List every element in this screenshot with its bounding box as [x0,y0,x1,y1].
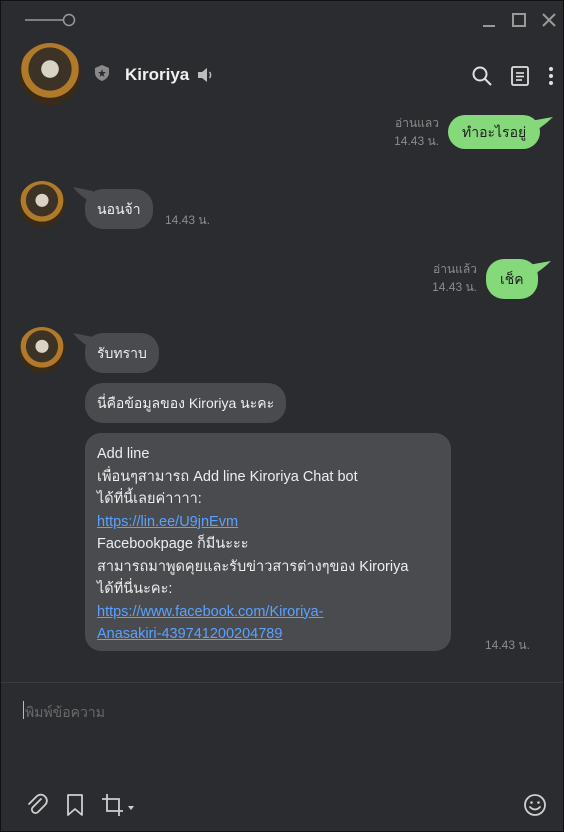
close-icon[interactable] [539,10,559,30]
title-bar [1,1,563,39]
bookmark-icon[interactable] [63,793,87,817]
line-link[interactable]: https://lin.ee/U9jnEvm [97,511,439,534]
chat-window: Kiroriya อ่านแลว 14.43 น. ทำอะไรอยู่ นอน… [0,0,564,832]
emoji-icon[interactable] [523,793,547,817]
message-list: อ่านแลว 14.43 น. ทำอะไรอยู่ นอนจ้า 14.43… [1,111,563,681]
chat-header: Kiroriya [1,39,563,111]
message-input[interactable] [23,699,527,725]
read-receipt: อ่านแลว [395,116,439,130]
opacity-slider[interactable] [25,13,77,27]
composer [1,683,563,831]
read-receipt: อ่านแล้ว [433,262,477,276]
message-line: เพื่อนๆสามารถ Add line Kiroriya Chat bot [97,468,358,485]
message-time: 14.43 น. [485,638,530,652]
message-line: Add line [97,446,150,462]
message-bubble-incoming[interactable]: Add line เพื่อนๆสามารถ Add line Kiroriya… [85,433,451,651]
search-icon[interactable] [471,65,493,87]
message-time: 14.43 น. [394,134,439,148]
bubble-tail [531,117,553,131]
message-line: สามารถมาพูดคุยและรับข่าวสารต่างๆของ Kiro… [97,558,409,575]
avatar[interactable] [19,327,65,373]
shield-icon [95,65,109,81]
message-line: ได้ที่นี่นะคะ: [97,581,173,597]
message-time: 14.43 น. [432,280,477,294]
minimize-icon[interactable] [479,10,499,30]
text-caret [23,701,24,719]
message-bubble-incoming[interactable]: นอนจ้า [85,189,153,229]
chat-name[interactable]: Kiroriya [125,65,189,85]
maximize-icon[interactable] [509,10,529,30]
avatar[interactable] [19,181,65,227]
message-bubble-incoming[interactable]: นี่คือข้อมูลของ Kiroriya นะคะ [85,383,287,423]
attach-icon[interactable] [25,793,49,817]
message-line: ได้ที่นี้เลยค่าาาา: [97,491,202,507]
bubble-tail [529,261,551,275]
message-bubble-outgoing[interactable]: ทำอะไรอยู่ [448,115,541,149]
message-line: Facebookpage ก็มีนะะะ [97,536,249,552]
speaker-icon[interactable] [197,67,215,83]
message-bubble-incoming[interactable]: รับทราบ [85,333,159,373]
avatar[interactable] [19,43,81,105]
message-time: 14.43 น. [165,213,210,227]
notes-icon[interactable] [509,65,531,87]
more-icon[interactable] [540,65,562,87]
crop-icon[interactable] [101,793,137,817]
facebook-link[interactable]: https://www.facebook.com/Kiroriya- [97,601,439,624]
facebook-link-continued[interactable]: Anasakiri-439741200204789 [97,623,439,646]
